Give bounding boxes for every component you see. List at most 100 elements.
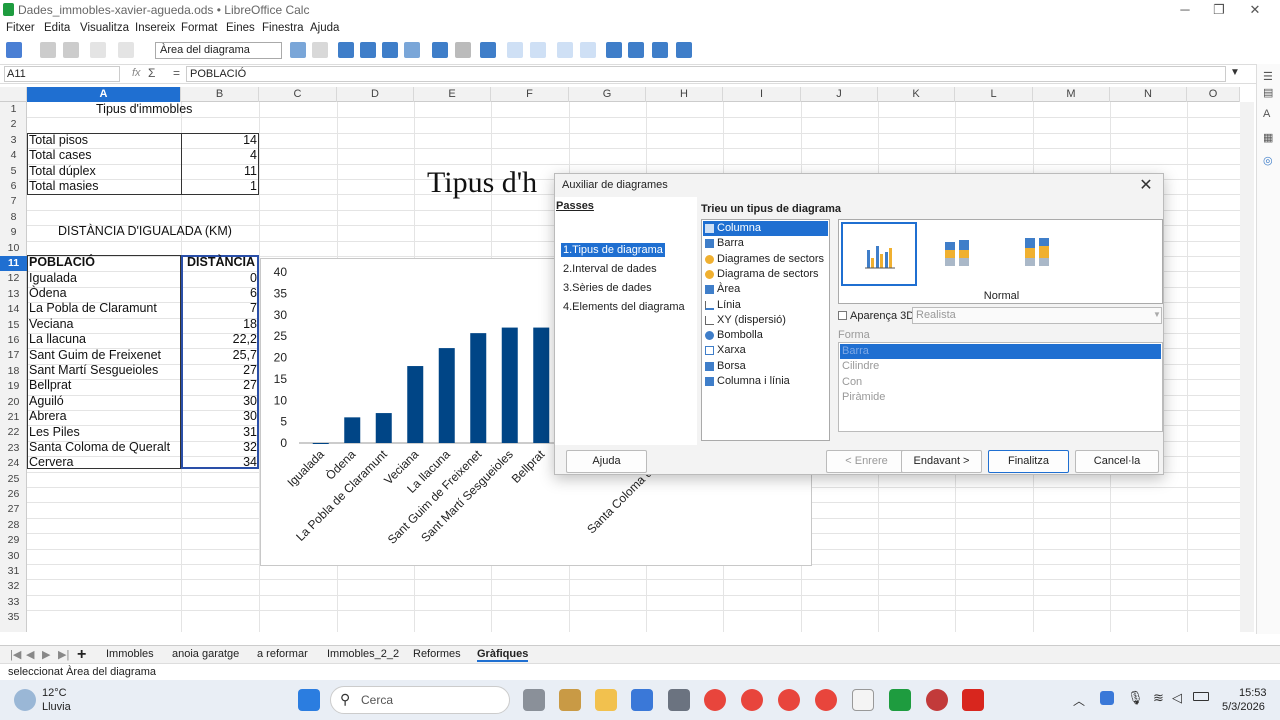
row-header[interactable]: 29	[0, 533, 27, 548]
row-header[interactable]: 21	[0, 410, 27, 425]
poblacio-cell[interactable]: Sant Martí Sesgueioles	[29, 363, 158, 378]
total-label[interactable]: Total cases	[29, 148, 92, 163]
step-data-range[interactable]: 2.Interval de dades	[561, 262, 659, 276]
print-icon[interactable]	[63, 42, 79, 58]
properties-icon[interactable]: ▤	[1263, 86, 1273, 99]
forma-list[interactable]: Barra Cilindre Con Piràmide	[838, 342, 1163, 432]
document-icon[interactable]	[852, 689, 874, 711]
chrome-icon[interactable]	[704, 689, 726, 711]
aparenca-3d-checkbox[interactable]: Aparença 3D	[838, 310, 914, 322]
column-header-b[interactable]: B	[181, 87, 259, 102]
distancia-cell[interactable]: 18	[183, 317, 257, 332]
row-header[interactable]: 9	[0, 225, 27, 240]
distancia-cell[interactable]: 30	[183, 394, 257, 409]
chart-type-item[interactable]: Columna i línia	[703, 374, 828, 389]
data-range-icon[interactable]	[455, 42, 471, 58]
row-header[interactable]: 26	[0, 487, 27, 502]
format-selection-icon[interactable]	[290, 42, 306, 58]
start-icon[interactable]	[298, 689, 320, 711]
task-view-icon[interactable]	[523, 689, 545, 711]
last-sheet-icon[interactable]: ▶|	[58, 648, 69, 661]
taskbar-search[interactable]: ⚲ Cerca	[330, 686, 510, 714]
vertical-grid-icon[interactable]	[580, 42, 596, 58]
formula-input[interactable]: POBLACIÓ	[186, 66, 1226, 82]
menu-insereix[interactable]: Insereix	[135, 22, 175, 34]
row-header[interactable]: 19	[0, 379, 27, 394]
variant-normal[interactable]	[841, 222, 917, 286]
row-header[interactable]: 23	[0, 441, 27, 456]
row-header[interactable]: 12	[0, 271, 27, 286]
chart-type-item[interactable]: Diagrama de sectors	[703, 267, 828, 282]
y-axis-icon[interactable]	[628, 42, 644, 58]
chrome-icon[interactable]	[815, 689, 837, 711]
chart-type-item[interactable]: XY (dispersió)	[703, 313, 828, 328]
column-header-f[interactable]: F	[491, 87, 569, 102]
chevron-up-icon[interactable]: ︿	[1073, 692, 1085, 709]
poblacio-cell[interactable]: La llacuna	[29, 332, 86, 347]
chart-type-icon[interactable]	[338, 42, 354, 58]
gallery-icon[interactable]: ▦	[1263, 131, 1273, 144]
cell-a1[interactable]: Tipus d'immobles	[96, 102, 192, 117]
menu-edita[interactable]: Edita	[44, 22, 70, 34]
chart-type-item[interactable]: Barra	[703, 236, 828, 251]
chart-type-item[interactable]: Diagrames de sectors	[703, 252, 828, 267]
chart-type-item[interactable]: Columna	[703, 221, 828, 236]
function-wizard-icon[interactable]: fx	[132, 67, 141, 79]
column-header-h[interactable]: H	[646, 87, 723, 102]
back-button[interactable]: < Enrere	[826, 450, 907, 473]
poblacio-cell[interactable]: Santa Coloma de Queralt	[29, 440, 170, 455]
row-header[interactable]: 17	[0, 348, 27, 363]
menu-visualitza[interactable]: Visualitza	[80, 22, 129, 34]
forma-item[interactable]: Piràmide	[840, 390, 1161, 405]
row-header[interactable]: 32	[0, 579, 27, 594]
chart-type-item[interactable]: Bombolla	[703, 328, 828, 343]
column-header-d[interactable]: D	[337, 87, 414, 102]
sheet-tab[interactable]: Reformes	[413, 648, 461, 660]
total-value[interactable]: 11	[183, 164, 257, 179]
checkbox-box[interactable]	[838, 311, 847, 320]
chart-3d-icon[interactable]	[404, 42, 420, 58]
all-axes-icon[interactable]	[676, 42, 692, 58]
column-header-e[interactable]: E	[414, 87, 491, 102]
maximize-icon[interactable]: ❐	[1209, 2, 1229, 18]
cell-reference-input[interactable]: A11	[4, 66, 120, 82]
variant-percent-stacked[interactable]	[1001, 222, 1077, 286]
total-value[interactable]: 14	[183, 133, 257, 148]
menu-format[interactable]: Format	[181, 22, 217, 34]
column-header-c[interactable]: C	[259, 87, 337, 102]
chart-element-select[interactable]: Àrea del diagrama	[155, 42, 282, 59]
row-header[interactable]: 4	[0, 148, 27, 163]
column-header-i[interactable]: I	[723, 87, 801, 102]
step-chart-type[interactable]: 1.Tipus de diagrama	[561, 243, 665, 257]
app-icon[interactable]	[668, 689, 690, 711]
column-header-n[interactable]: N	[1110, 87, 1187, 102]
column-header-l[interactable]: L	[955, 87, 1033, 102]
row-header[interactable]: 1	[0, 102, 27, 117]
chrome-icon[interactable]	[741, 689, 763, 711]
weather-icon[interactable]	[14, 689, 36, 711]
sheet-tab[interactable]: Immobles	[106, 648, 154, 660]
legend-on-off-icon[interactable]	[507, 42, 523, 58]
distancia-cell[interactable]: 31	[183, 425, 257, 440]
menu-eines[interactable]: Eines	[226, 22, 255, 34]
add-sheet-icon[interactable]: +	[77, 646, 86, 664]
row-header[interactable]: 18	[0, 364, 27, 379]
row-header[interactable]: 15	[0, 318, 27, 333]
distancia-cell[interactable]: 27	[183, 378, 257, 393]
row-header[interactable]: 16	[0, 333, 27, 348]
sheet-tab[interactable]: Immobles_2_2	[327, 648, 399, 660]
row-header[interactable]: 5	[0, 164, 27, 179]
poblacio-cell[interactable]: Aguiló	[29, 394, 64, 409]
microphone-icon[interactable]: 🎙	[1127, 690, 1144, 706]
row-header[interactable]: 24	[0, 456, 27, 471]
chart-type-item[interactable]: Àrea	[703, 282, 828, 297]
security-icon[interactable]	[1100, 691, 1114, 705]
distancia-cell[interactable]: 6	[183, 286, 257, 301]
row-header[interactable]: 25	[0, 472, 27, 487]
select-all-corner[interactable]	[0, 87, 27, 102]
sheet-tab-active[interactable]: Gràfiques	[477, 648, 529, 662]
sheet-tab[interactable]: a reformar	[257, 648, 308, 660]
header-poblacio[interactable]: POBLACIÓ	[29, 255, 95, 270]
row-header-selected[interactable]: 11	[0, 256, 27, 272]
chart-title[interactable]: Tipus d'h	[427, 166, 537, 200]
